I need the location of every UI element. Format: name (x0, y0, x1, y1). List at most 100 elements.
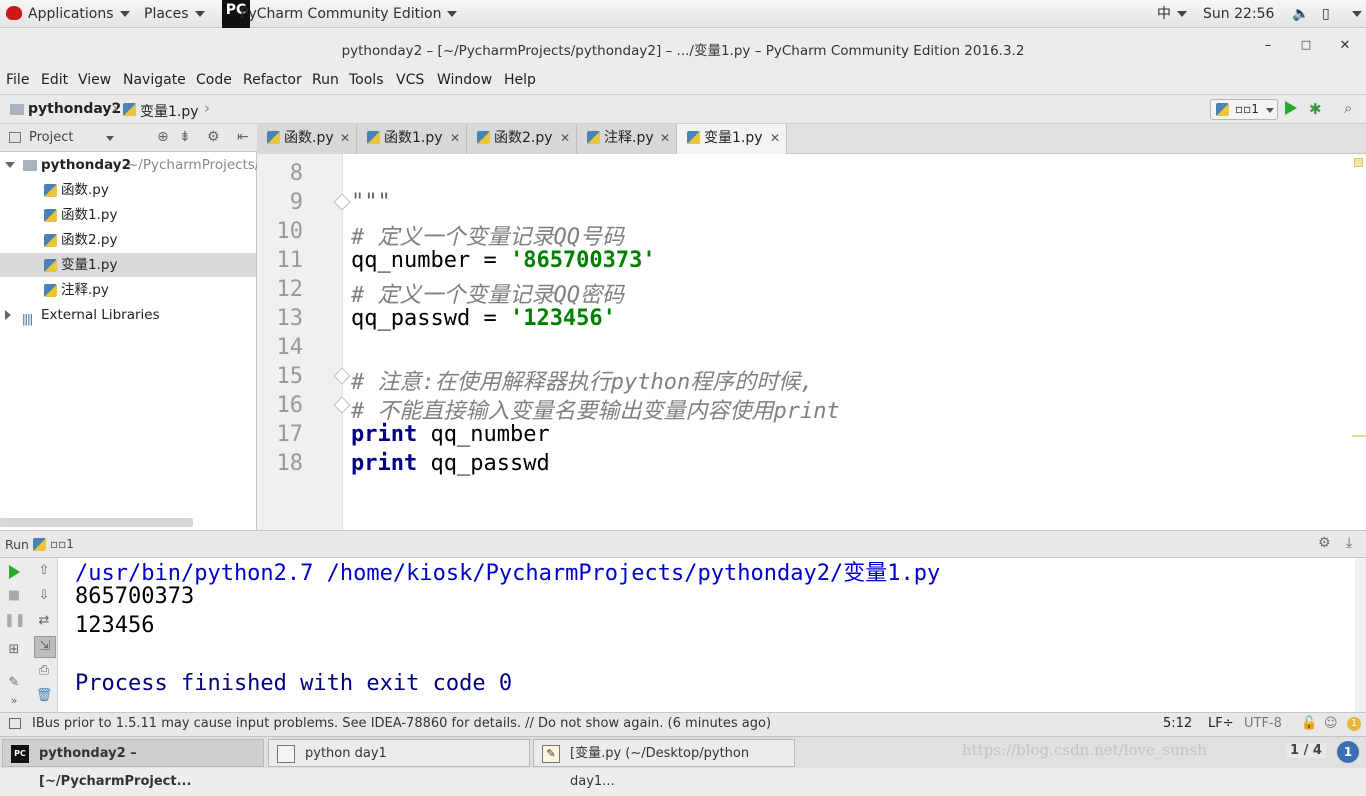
navigation-bar: pythonday2 › 变量1.py › ▫▫1 ✱ ⌕ (0, 94, 1366, 124)
code-editor[interactable]: 8 9 10 11 12 13 14 15 16 17 18 """ # 定义一… (257, 154, 1366, 530)
menu-edit[interactable]: Edit (41, 72, 68, 88)
hide-panel-icon[interactable]: ⤓ (1346, 535, 1352, 551)
volume-icon[interactable]: 🔈 (1292, 0, 1309, 28)
close-tab-icon[interactable]: ✕ (560, 124, 570, 153)
maximize-button[interactable]: □ (1298, 38, 1314, 51)
run-console[interactable]: /usr/bin/python2.7 /home/kiosk/PycharmPr… (58, 558, 1366, 712)
active-app-menu[interactable]: PCPyCharm Community Edition (222, 0, 458, 28)
tree-root-folder[interactable]: pythonday2 ~/PycharmProjects/ (0, 153, 259, 177)
tab-hanshu1[interactable]: 函数1.py ✕ (357, 124, 467, 154)
menu-navigate[interactable]: Navigate (123, 72, 186, 88)
chevron-down-icon[interactable] (106, 136, 114, 141)
python-file-icon (477, 131, 490, 144)
line-number: 8 (289, 161, 303, 186)
caret-position[interactable]: 5:12 (1163, 716, 1192, 731)
line-number: 17 (276, 422, 304, 447)
tool-window-toggle-icon[interactable] (9, 718, 21, 729)
more-chevron-icon[interactable]: » (4, 691, 24, 711)
search-icon[interactable]: ⌕ (1344, 99, 1352, 117)
clear-all-trash-icon[interactable]: 🗑 (34, 686, 54, 706)
line-number: 9 (289, 190, 303, 215)
menu-vcs[interactable]: VCS (396, 72, 424, 88)
tree-file-item[interactable]: 函数.py (0, 178, 256, 202)
expand-arrow-icon[interactable] (5, 162, 15, 168)
tree-file-item-selected[interactable]: 变量1.py (0, 253, 256, 277)
close-button[interactable]: ✕ (1337, 38, 1353, 53)
fold-marker-icon[interactable] (333, 193, 351, 211)
scroll-up-icon[interactable]: ⇧ (34, 561, 54, 581)
menu-view[interactable]: View (78, 72, 111, 88)
places-menu[interactable]: Places (144, 0, 205, 28)
project-view-select[interactable]: Project (29, 130, 73, 145)
rerun-icon[interactable] (9, 565, 20, 579)
close-tab-icon[interactable]: ✕ (340, 124, 350, 153)
gear-icon[interactable]: ⚙ (1318, 535, 1331, 551)
horizontal-scrollbar[interactable] (0, 518, 193, 527)
menu-tools[interactable]: Tools (349, 72, 384, 88)
task-text-editor[interactable]: ✎ [变量.py (~/Desktop/python day1... (533, 739, 795, 789)
fold-marker-icon[interactable] (333, 367, 351, 385)
breadcrumb-file[interactable]: 变量1.py (140, 101, 199, 121)
window-title-bar[interactable]: pythonday2 – [~/PycharmProjects/pythonda… (0, 28, 1366, 68)
scroll-to-end-icon[interactable]: ⇲ (34, 636, 56, 658)
run-play-icon[interactable] (1285, 101, 1297, 115)
tab-hanshu2[interactable]: 函数2.py ✕ (467, 124, 577, 154)
system-menu-caret[interactable] (1346, 0, 1362, 28)
error-stripe-marker[interactable] (1352, 435, 1366, 437)
console-scrollbar[interactable] (1355, 558, 1366, 712)
run-config-tab[interactable]: ▫▫1 (50, 537, 74, 551)
applications-menu[interactable]: Applications (6, 0, 130, 28)
python-file-icon (587, 131, 600, 144)
breadcrumb-project[interactable]: pythonday2 (28, 101, 121, 117)
soft-wrap-icon[interactable]: ⇄ (34, 611, 54, 631)
lock-icon[interactable]: 🔓 (1301, 716, 1317, 731)
menu-run[interactable]: Run (312, 72, 339, 88)
menu-help[interactable]: Help (504, 72, 536, 88)
menu-code[interactable]: Code (196, 72, 232, 88)
battery-icon[interactable]: ▯ (1322, 0, 1330, 28)
message-tray-badge[interactable]: 1 (1337, 741, 1359, 763)
locate-crosshair-icon[interactable]: ⊕ (157, 129, 169, 145)
gear-icon[interactable]: ⚙ (207, 129, 220, 145)
print-icon[interactable]: ⎙ (34, 661, 54, 681)
notifications-badge[interactable]: 1 (1347, 717, 1361, 731)
hide-panel-icon[interactable]: ⇤ (237, 129, 249, 145)
minimize-button[interactable]: – (1260, 38, 1276, 53)
scroll-down-icon[interactable]: ⇩ (34, 586, 54, 606)
status-message[interactable]: IBus prior to 1.5.11 may cause input pro… (32, 716, 771, 731)
close-tab-icon[interactable]: ✕ (770, 124, 780, 153)
tree-file-item[interactable]: 函数2.py (0, 228, 256, 252)
tree-file-item[interactable]: 函数1.py (0, 203, 256, 227)
tab-hanshu[interactable]: 函数.py ✕ (257, 124, 357, 154)
run-config-select[interactable]: ▫▫1 (1210, 99, 1278, 120)
pause-icon[interactable]: ❚❚ (4, 611, 26, 631)
task-pycharm[interactable]: PC pythonday2 – [~/PycharmProject... (2, 739, 264, 789)
task-python-day1[interactable]: python day1 (268, 739, 530, 767)
tree-file-item[interactable]: 注释.py (0, 278, 256, 302)
collapse-all-icon[interactable]: ⇟ (179, 129, 191, 145)
tree-external-libraries[interactable]: ǀǀǀǀ External Libraries (0, 303, 256, 327)
clock[interactable]: Sun 22:56 (1203, 0, 1274, 28)
stop-icon[interactable]: ■ (4, 586, 24, 606)
input-method-indicator[interactable]: 中 (1157, 0, 1187, 28)
watermark: https://blog.csdn.net/love_sunsh (962, 741, 1207, 759)
tree-root-name: pythonday2 (41, 157, 131, 173)
fold-marker-icon[interactable] (333, 396, 351, 414)
close-tab-icon[interactable]: ✕ (660, 124, 670, 153)
workspace-indicator[interactable]: 1 / 4 (1286, 743, 1326, 758)
restore-layout-icon[interactable]: ⊞ (4, 640, 24, 660)
inspection-status-icon[interactable] (1354, 158, 1363, 167)
tab-bianliang1[interactable]: 变量1.py ✕ (677, 124, 787, 154)
menu-window[interactable]: Window (437, 72, 492, 88)
file-encoding[interactable]: UTF-8 (1244, 716, 1282, 731)
line-separator[interactable]: LF÷ (1208, 716, 1234, 731)
inspector-face-icon[interactable]: ☺ (1324, 716, 1338, 731)
expand-arrow-icon[interactable] (5, 310, 11, 320)
tab-zhushi[interactable]: 注释.py ✕ (577, 124, 677, 154)
menu-bar: File Edit View Navigate Code Refactor Ru… (0, 68, 1366, 94)
close-tab-icon[interactable]: ✕ (450, 124, 460, 153)
debug-bug-icon[interactable]: ✱ (1309, 100, 1322, 118)
pin-icon[interactable]: ✎ (4, 673, 24, 693)
menu-file[interactable]: File (6, 72, 29, 88)
menu-refactor[interactable]: Refactor (243, 72, 302, 88)
